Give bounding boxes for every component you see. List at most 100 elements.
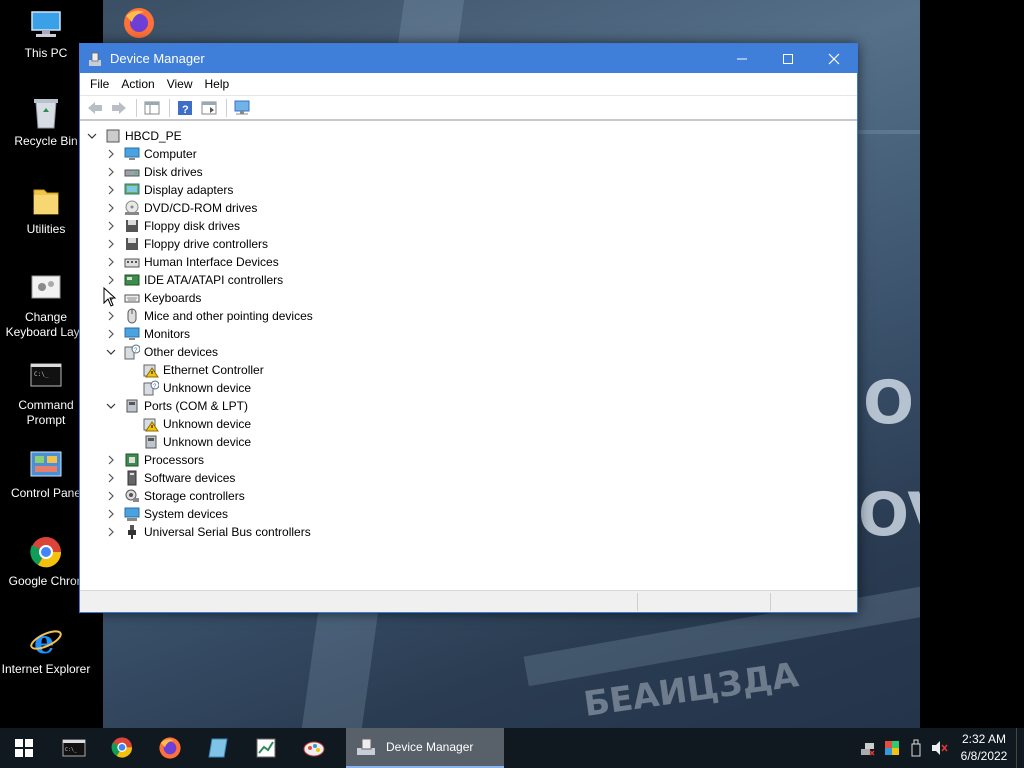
tree-category-storage-controllers[interactable]: Storage controllers <box>105 487 245 505</box>
scan-hardware-button[interactable] <box>231 98 253 118</box>
chevron-right-icon[interactable] <box>105 310 117 322</box>
forward-arrow-icon <box>112 101 126 114</box>
chrome-icon <box>111 737 133 758</box>
help-button[interactable]: ? <box>174 98 196 118</box>
back-button[interactable] <box>84 98 106 118</box>
wallpaper-text: OV <box>858 480 920 550</box>
forward-button[interactable] <box>108 98 130 118</box>
terminal-icon: C:\_ <box>28 360 64 394</box>
tree-device-node[interactable]: Unknown device <box>143 415 251 433</box>
tree-node-label: Unknown device <box>163 435 252 449</box>
taskbar: C:\_ Device Manager 2:32 AM 6/8/2022 <box>0 728 1024 768</box>
tree-category-floppy-disk-drives[interactable]: Floppy disk drives <box>105 217 240 235</box>
tree-category-computer[interactable]: Computer <box>105 145 197 163</box>
tree-category-display-adapters[interactable]: Display adapters <box>105 181 233 199</box>
system-clock[interactable]: 2:32 AM 6/8/2022 <box>952 731 1016 765</box>
chevron-down-icon[interactable] <box>105 346 117 358</box>
show-desktop-button[interactable] <box>1016 728 1024 768</box>
taskbar-paint-app[interactable] <box>290 728 338 768</box>
keyboard-icon <box>124 290 140 306</box>
tree-node-label: Universal Serial Bus controllers <box>144 525 311 539</box>
port-icon <box>124 398 140 414</box>
chevron-right-icon[interactable] <box>105 454 117 466</box>
desktop-icon-internet-explorer[interactable]: e Internet Explorer <box>0 623 92 677</box>
menu-action[interactable]: Action <box>115 73 160 95</box>
menu-help[interactable]: Help <box>199 73 236 95</box>
maximize-icon <box>783 53 793 64</box>
tree-node-label: Unknown device <box>163 381 252 395</box>
volume-tray-button[interactable] <box>928 728 952 768</box>
device-manager-icon <box>88 51 104 67</box>
tree-device-node[interactable]: Unknown device <box>143 433 251 451</box>
chevron-right-icon[interactable] <box>105 490 117 502</box>
taskbar-chrome[interactable] <box>98 728 146 768</box>
windows-logo-icon <box>15 739 33 757</box>
close-button[interactable] <box>811 44 857 73</box>
firefox-icon[interactable] <box>122 6 156 40</box>
tree-root-node[interactable]: HBCD_PE <box>86 127 182 145</box>
tree-category-software-devices[interactable]: Software devices <box>105 469 235 487</box>
tree-node-label: Keyboards <box>144 291 202 305</box>
properties-button[interactable] <box>198 98 220 118</box>
clock-time: 2:32 AM <box>961 732 1007 746</box>
menu-view[interactable]: View <box>161 73 199 95</box>
chevron-right-icon[interactable] <box>105 202 117 214</box>
control-panel-icon <box>28 448 64 482</box>
mouse-cursor <box>103 286 117 307</box>
tree-category-system-devices[interactable]: System devices <box>105 505 228 523</box>
taskbar-chart-app[interactable] <box>242 728 290 768</box>
minimize-button[interactable] <box>719 44 765 73</box>
tree-node-label: Disk drives <box>144 165 203 179</box>
chevron-right-icon[interactable] <box>105 256 117 268</box>
tree-category-dvd-cd-rom-drives[interactable]: DVD/CD-ROM drives <box>105 199 257 217</box>
chevron-right-icon[interactable] <box>105 526 117 538</box>
tree-device-node[interactable]: Ethernet Controller <box>143 361 264 379</box>
menu-file[interactable]: File <box>84 73 115 95</box>
status-divider <box>637 593 638 611</box>
tree-category-processors[interactable]: Processors <box>105 451 204 469</box>
tree-category-ide-ata-atapi-controllers[interactable]: IDE ATA/ATAPI controllers <box>105 271 283 289</box>
tree-node-label: DVD/CD-ROM drives <box>144 201 258 215</box>
dvd-drive-icon <box>124 200 140 216</box>
start-button[interactable] <box>0 728 48 768</box>
chevron-right-icon[interactable] <box>105 472 117 484</box>
chevron-right-icon[interactable] <box>105 166 117 178</box>
title-bar[interactable]: Device Manager <box>80 44 857 73</box>
tree-node-label: Display adapters <box>144 183 234 197</box>
show-hide-console-tree-button[interactable] <box>141 98 163 118</box>
chevron-right-icon[interactable] <box>105 328 117 340</box>
chevron-right-icon[interactable] <box>105 508 117 520</box>
desktop-icon-label: Internet Explorer <box>1 662 91 676</box>
chevron-down-icon[interactable] <box>86 130 98 142</box>
removable-drive-tray-button[interactable] <box>904 728 928 768</box>
tree-category-monitors[interactable]: Monitors <box>105 325 190 343</box>
taskbar-firefox[interactable] <box>146 728 194 768</box>
tree-node-label: Ethernet Controller <box>163 363 264 377</box>
tree-category-mice-and-other-pointing-devices[interactable]: Mice and other pointing devices <box>105 307 313 325</box>
chevron-right-icon[interactable] <box>105 238 117 250</box>
tree-category-ports-com-lpt[interactable]: Ports (COM & LPT) <box>105 397 248 415</box>
tree-category-universal-serial-bus-controllers[interactable]: Universal Serial Bus controllers <box>105 523 311 541</box>
network-tray-button[interactable] <box>856 728 880 768</box>
taskbar-active-app-device-manager[interactable]: Device Manager <box>346 728 504 768</box>
tree-category-keyboards[interactable]: Keyboards <box>105 289 201 307</box>
warning-device-icon <box>143 416 159 432</box>
tree-category-human-interface-devices[interactable]: Human Interface Devices <box>105 253 279 271</box>
chevron-right-icon[interactable] <box>105 148 117 160</box>
tree-category-disk-drives[interactable]: Disk drives <box>105 163 203 181</box>
chart-icon <box>256 738 276 758</box>
chevron-right-icon[interactable] <box>105 220 117 232</box>
maximize-button[interactable] <box>765 44 811 73</box>
tree-category-other-devices[interactable]: ? Other devices <box>105 343 218 361</box>
port-icon <box>143 434 159 450</box>
tree-category-floppy-drive-controllers[interactable]: Floppy drive controllers <box>105 235 268 253</box>
chevron-right-icon[interactable] <box>105 184 117 196</box>
taskbar-notepad[interactable] <box>194 728 242 768</box>
tree-device-node[interactable]: ? Unknown device <box>143 379 251 397</box>
chevron-right-icon[interactable] <box>105 274 117 286</box>
monitor-icon <box>124 146 140 162</box>
paint-icon <box>303 741 325 757</box>
taskbar-command-prompt[interactable]: C:\_ <box>50 728 98 768</box>
chevron-down-icon[interactable] <box>105 400 117 412</box>
display-tray-button[interactable] <box>880 728 904 768</box>
